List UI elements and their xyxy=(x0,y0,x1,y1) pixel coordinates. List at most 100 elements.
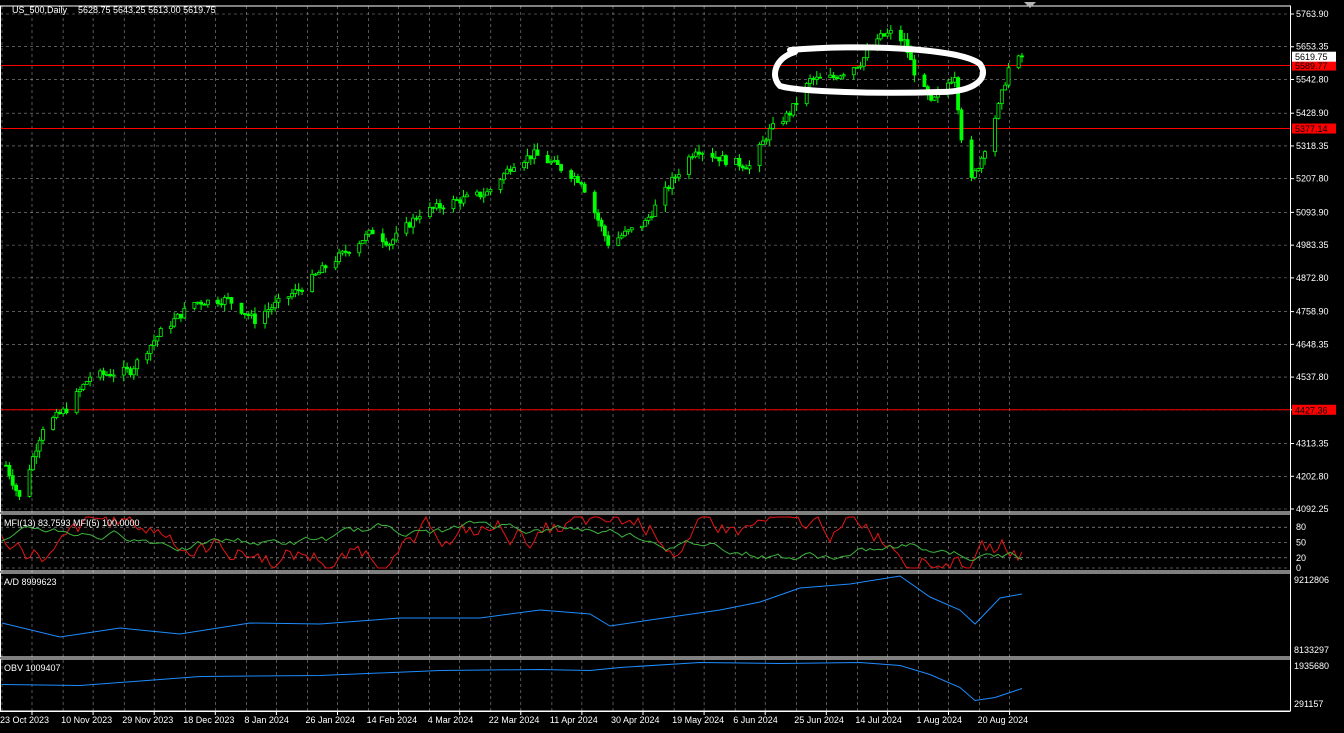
candle-body xyxy=(505,168,510,175)
candle-body xyxy=(835,77,839,80)
candle-body xyxy=(952,77,957,83)
candle-body xyxy=(734,157,738,165)
candle-body xyxy=(246,313,251,316)
candle-body xyxy=(172,318,177,327)
candle-body xyxy=(764,139,769,142)
candle-body xyxy=(10,475,15,486)
candle-body xyxy=(128,368,133,376)
candle-body xyxy=(148,344,153,354)
candle-body xyxy=(37,439,42,452)
price-tick-label: 5207.80 xyxy=(1296,174,1329,184)
candle-body xyxy=(340,250,345,254)
candle-body xyxy=(1016,55,1021,69)
candle-body xyxy=(195,301,200,304)
candle-body xyxy=(949,81,954,84)
candle-body xyxy=(559,164,563,171)
candle-body xyxy=(380,233,385,243)
price-panel[interactable] xyxy=(0,25,1290,501)
candle-body xyxy=(454,199,459,201)
candle-body xyxy=(427,207,432,217)
candle-body xyxy=(229,297,234,304)
candle-body xyxy=(555,160,560,165)
candle-body xyxy=(222,297,227,305)
candle-body xyxy=(693,151,698,158)
candle-body xyxy=(125,366,130,370)
candle-body xyxy=(370,229,375,235)
candle-body xyxy=(249,313,254,316)
candle-body xyxy=(673,176,678,179)
indicator-frame-2 xyxy=(0,658,1291,712)
candle-body xyxy=(767,127,772,141)
candle-body xyxy=(84,381,89,385)
candle-body xyxy=(411,217,415,228)
chart-grid xyxy=(0,6,1290,711)
candle-body xyxy=(528,155,533,160)
price-panel-frame xyxy=(0,5,1291,513)
date-tick-label: 11 Apr 2024 xyxy=(550,715,598,725)
candle-body xyxy=(532,149,537,160)
price-tick-label: 5093.90 xyxy=(1296,207,1329,217)
ohlc-readout: 5628.75 5643.25 5613.00 5619.75 xyxy=(78,5,216,15)
candle-body xyxy=(316,272,321,275)
mfi-level-label: 0 xyxy=(1296,563,1301,573)
candle-body xyxy=(596,212,601,221)
candle-body xyxy=(431,207,436,209)
candle-body xyxy=(216,299,220,305)
candle-body xyxy=(993,117,997,153)
candle-body xyxy=(999,89,1004,105)
candle-body xyxy=(996,103,1001,119)
mfi-label: MFI(13) 83.7593 MFI(5) 100.0000 xyxy=(4,518,140,528)
candle-body xyxy=(687,156,691,176)
candle-body xyxy=(838,75,843,80)
obv-line xyxy=(1,661,1023,702)
candle-body xyxy=(629,227,634,231)
candle-body xyxy=(828,74,833,78)
candle-body xyxy=(4,464,8,467)
candle-body xyxy=(959,109,964,141)
candle-body xyxy=(663,186,668,206)
indicator-panels[interactable] xyxy=(0,515,1290,702)
candle-body xyxy=(720,155,725,162)
candle-body xyxy=(690,156,695,159)
candle-body xyxy=(639,225,644,229)
candle-body xyxy=(582,183,587,193)
candle-body xyxy=(57,411,62,415)
candle-body xyxy=(441,207,446,210)
candle-body xyxy=(676,174,681,178)
date-tick-label: 23 Oct 2023 xyxy=(0,715,49,725)
candle-body xyxy=(64,408,69,414)
candle-body xyxy=(481,194,486,198)
candle-body xyxy=(882,33,886,37)
candle-body xyxy=(41,429,45,441)
candle-body xyxy=(619,235,624,239)
candle-body xyxy=(485,191,489,196)
candle-body xyxy=(27,469,32,497)
candle-body xyxy=(414,217,419,220)
candle-body xyxy=(808,78,812,84)
candle-body xyxy=(650,215,654,218)
date-tick-label: 10 Nov 2023 xyxy=(61,715,112,725)
candle-body xyxy=(121,366,126,376)
date-tick-label: 26 Jan 2024 xyxy=(306,715,356,725)
candle-body xyxy=(643,220,648,227)
candle-body xyxy=(111,374,116,377)
indicator-frame-1 xyxy=(0,572,1291,658)
candle-body xyxy=(1006,67,1011,86)
candle-body xyxy=(478,191,483,198)
obv-axis-top: 1935680 xyxy=(1294,661,1329,671)
candle-body xyxy=(364,233,368,241)
price-tick-label: 4202.80 xyxy=(1296,471,1329,481)
date-tick-label: 14 Jul 2024 xyxy=(855,715,902,725)
candle-body xyxy=(878,33,883,40)
candle-body xyxy=(979,157,984,169)
candle-body xyxy=(384,241,389,246)
candle-body xyxy=(976,168,981,172)
candle-body xyxy=(888,29,893,34)
candle-body xyxy=(737,157,742,167)
trading-chart[interactable]: 5763.90 5653.35 5542.80 5428.90 5318.35 5207.… xyxy=(0,0,1344,733)
candle-body xyxy=(263,310,267,324)
candle-body xyxy=(794,103,799,105)
candle-body xyxy=(932,96,937,101)
ad-line xyxy=(1,575,1023,638)
candle-body xyxy=(101,370,106,375)
